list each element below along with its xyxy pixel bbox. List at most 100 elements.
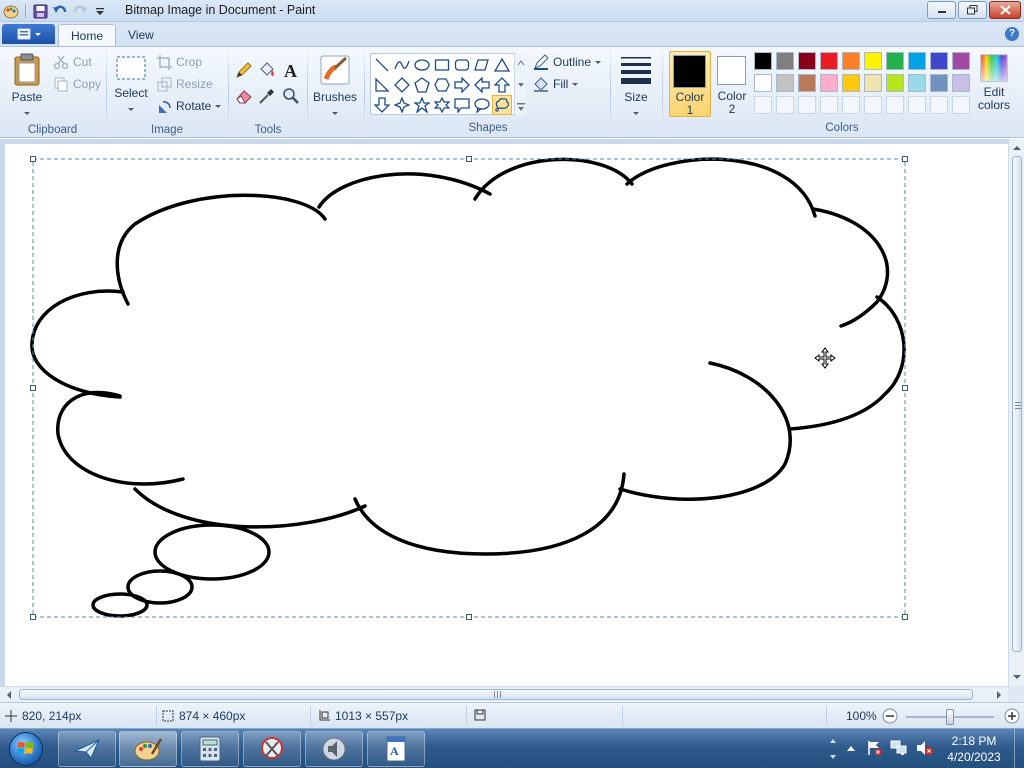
diamond-shape-icon[interactable]	[392, 75, 412, 95]
rounded-rectangle-shape-icon[interactable]	[452, 55, 472, 75]
palette-color-swatch[interactable]	[820, 52, 838, 70]
fill-bucket-icon[interactable]	[256, 59, 278, 81]
palette-color-swatch[interactable]	[776, 52, 794, 70]
taskbar-app-wordpad[interactable]: A	[367, 731, 425, 767]
vertical-scrollbar[interactable]	[1008, 139, 1024, 686]
taskbar-app-mail[interactable]	[58, 731, 116, 767]
redo-icon[interactable]	[71, 2, 89, 20]
curve-shape-icon[interactable]	[392, 55, 412, 75]
vertical-scroll-thumb[interactable]	[1012, 156, 1022, 652]
zoom-in-button[interactable]	[1004, 708, 1020, 724]
oval-callout-shape-icon[interactable]	[472, 95, 492, 115]
start-button[interactable]	[4, 730, 48, 768]
close-button[interactable]	[989, 1, 1021, 19]
selection-handle[interactable]	[902, 614, 908, 620]
tray-scroll[interactable]	[828, 731, 838, 767]
right-triangle-shape-icon[interactable]	[372, 75, 392, 95]
palette-color-swatch[interactable]	[754, 52, 772, 70]
triangle-shape-icon[interactable]	[492, 55, 512, 75]
selection-handle[interactable]	[30, 614, 36, 620]
edit-colors-button[interactable]: Edit colors	[974, 53, 1014, 112]
palette-color-swatch[interactable]	[930, 74, 948, 92]
restore-button[interactable]	[958, 1, 987, 19]
zoom-slider-thumb[interactable]	[946, 709, 954, 725]
magnifier-icon[interactable]	[280, 85, 302, 107]
up-arrow-shape-icon[interactable]	[492, 75, 512, 95]
volume-muted-icon[interactable]	[916, 740, 934, 759]
palette-color-swatch[interactable]	[798, 74, 816, 92]
custom-color-slot[interactable]	[842, 96, 860, 114]
selection-rectangle[interactable]	[32, 158, 906, 618]
selection-handle[interactable]	[902, 385, 908, 391]
left-arrow-shape-icon[interactable]	[472, 75, 492, 95]
selection-handle[interactable]	[30, 385, 36, 391]
selection-handle[interactable]	[466, 614, 472, 620]
palette-color-swatch[interactable]	[776, 74, 794, 92]
resize-button[interactable]: Resize	[157, 74, 213, 94]
palette-color-swatch[interactable]	[864, 52, 882, 70]
shapes-gallery-scrollbar[interactable]	[514, 53, 526, 115]
eraser-icon[interactable]	[233, 85, 255, 107]
brushes-button[interactable]: Brushes	[312, 53, 358, 118]
color-picker-icon[interactable]	[256, 85, 278, 107]
drawing-canvas[interactable]	[5, 144, 1008, 686]
cloud-callout-shape-icon[interactable]	[492, 95, 512, 115]
fill-button[interactable]: Fill	[533, 74, 579, 94]
rectangle-callout-shape-icon[interactable]	[452, 95, 472, 115]
selection-handle[interactable]	[902, 156, 908, 162]
custom-color-slot[interactable]	[930, 96, 948, 114]
five-point-star-shape-icon[interactable]	[412, 95, 432, 115]
selection-handle[interactable]	[466, 156, 472, 162]
paint-app-icon[interactable]	[2, 2, 20, 20]
custom-color-slot[interactable]	[776, 96, 794, 114]
pentagon-shape-icon[interactable]	[412, 75, 432, 95]
help-icon[interactable]: ?	[1005, 27, 1019, 41]
paint-menu-button[interactable]	[2, 24, 55, 44]
right-arrow-shape-icon[interactable]	[452, 75, 472, 95]
show-hidden-icons-button[interactable]	[846, 743, 856, 757]
taskbar-app-paint[interactable]	[119, 731, 177, 767]
custom-color-slot[interactable]	[864, 96, 882, 114]
show-desktop-button[interactable]	[1014, 729, 1024, 768]
paste-button[interactable]: Paste	[6, 53, 48, 118]
action-center-icon[interactable]	[866, 740, 882, 759]
palette-color-swatch[interactable]	[754, 74, 772, 92]
custom-color-slot[interactable]	[820, 96, 838, 114]
select-button[interactable]: Select	[111, 53, 151, 114]
palette-color-swatch[interactable]	[886, 52, 904, 70]
pencil-icon[interactable]	[233, 59, 255, 81]
system-clock[interactable]: 2:18 PM 4/20/2023	[938, 733, 1010, 765]
custom-color-slot[interactable]	[754, 96, 772, 114]
size-button[interactable]: Size	[616, 53, 656, 118]
tab-view[interactable]: View	[116, 24, 166, 46]
tab-home[interactable]: Home	[58, 24, 117, 46]
palette-color-swatch[interactable]	[842, 52, 860, 70]
oval-shape-icon[interactable]	[412, 55, 432, 75]
minimize-button[interactable]	[927, 1, 956, 19]
zoom-out-button[interactable]	[882, 708, 898, 724]
palette-color-swatch[interactable]	[952, 74, 970, 92]
palette-color-swatch[interactable]	[820, 74, 838, 92]
custom-color-slot[interactable]	[908, 96, 926, 114]
palette-color-swatch[interactable]	[798, 52, 816, 70]
line-shape-icon[interactable]	[372, 55, 392, 75]
color1-button[interactable]: Color 1	[669, 51, 711, 117]
rotate-button[interactable]: Rotate	[157, 96, 222, 116]
palette-color-swatch[interactable]	[908, 74, 926, 92]
copy-button[interactable]: Copy	[53, 74, 101, 94]
undo-icon[interactable]	[51, 2, 69, 20]
horizontal-scrollbar[interactable]	[0, 686, 1008, 702]
selection-handle[interactable]	[30, 156, 36, 162]
text-tool-icon[interactable]: A	[280, 59, 302, 81]
customize-toolbar-icon[interactable]	[91, 2, 109, 20]
save-icon[interactable]	[31, 2, 49, 20]
palette-color-swatch[interactable]	[842, 74, 860, 92]
six-point-star-shape-icon[interactable]	[432, 95, 452, 115]
hexagon-shape-icon[interactable]	[432, 75, 452, 95]
taskbar-app-snipping-tool[interactable]	[243, 731, 301, 767]
taskbar-app-calculator[interactable]	[181, 731, 239, 767]
taskbar-app-media-player[interactable]	[305, 731, 363, 767]
network-icon[interactable]	[890, 740, 908, 759]
custom-color-slot[interactable]	[886, 96, 904, 114]
color2-button[interactable]: Color 2	[712, 51, 752, 117]
